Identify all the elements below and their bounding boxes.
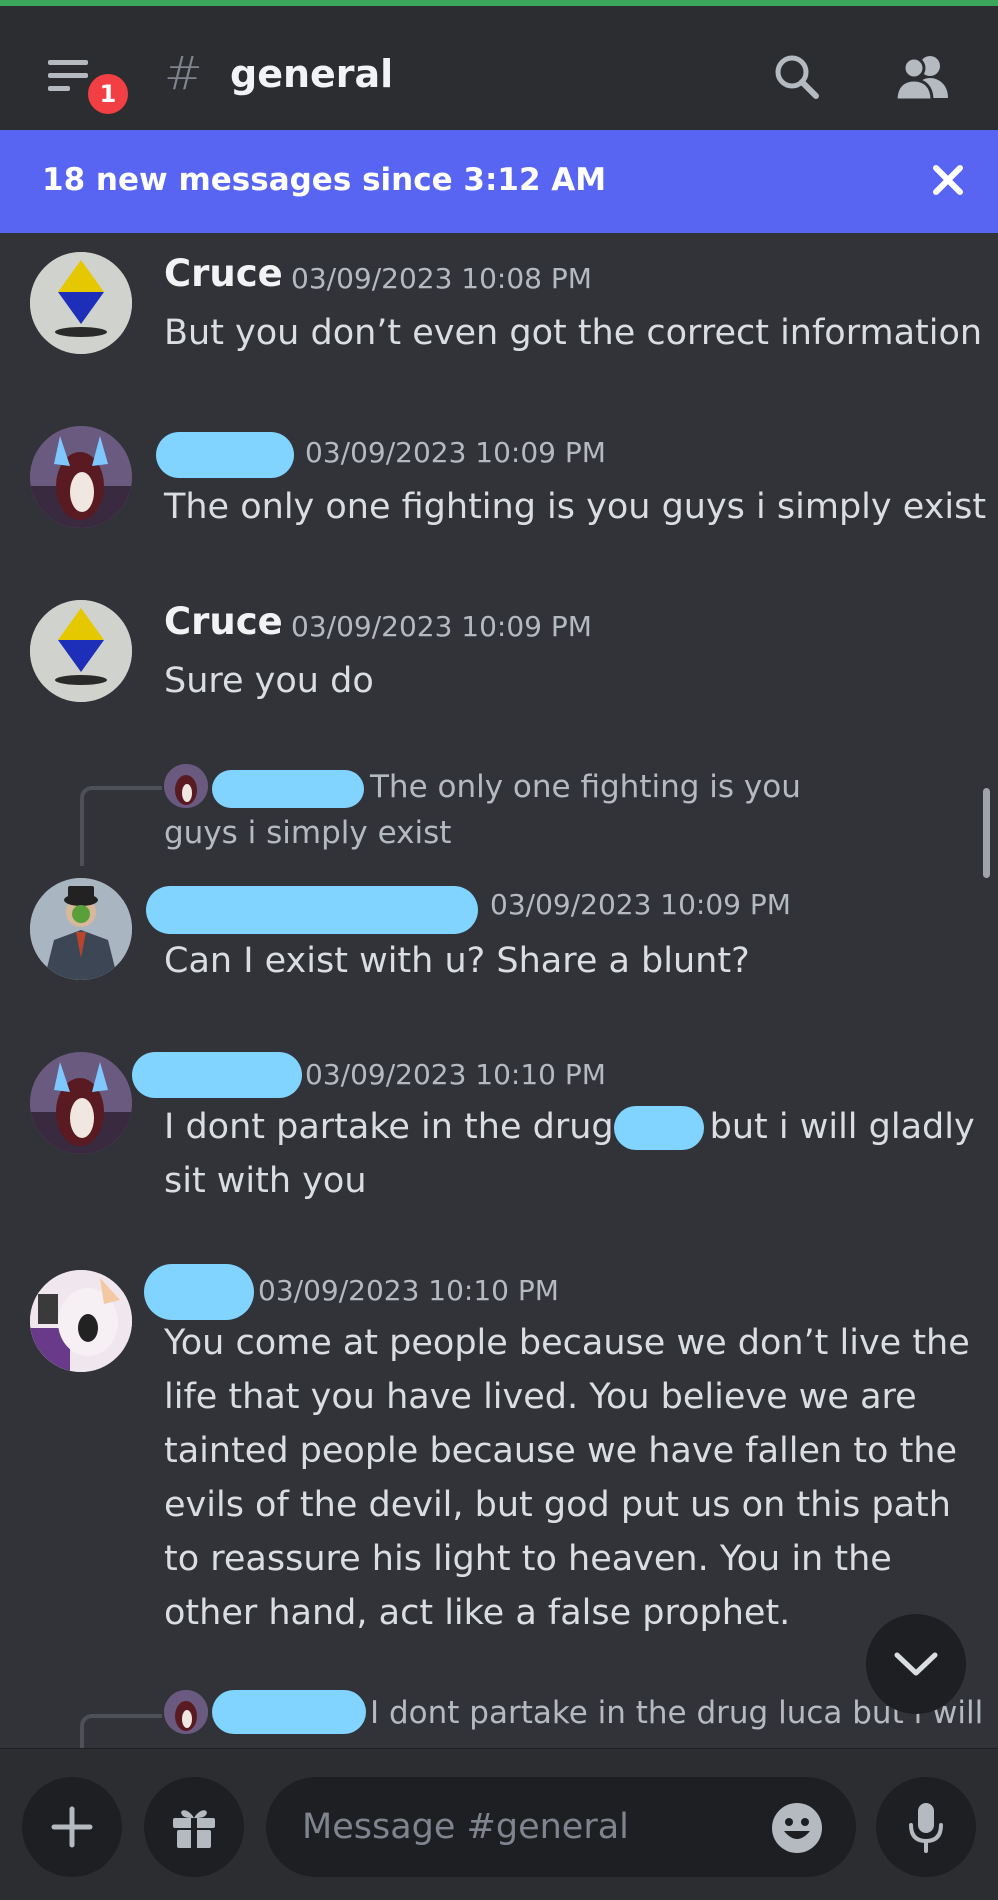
menu-button[interactable]: 1: [44, 56, 132, 118]
members-icon[interactable]: [892, 52, 952, 102]
avatar[interactable]: [30, 878, 132, 980]
new-messages-banner[interactable]: 18 new messages since 3:12 AM: [0, 130, 998, 233]
avatar[interactable]: [30, 1052, 132, 1154]
avatar[interactable]: [30, 600, 132, 702]
avatar[interactable]: [30, 1270, 132, 1372]
gift-icon: [173, 1810, 215, 1848]
message-text-part: but i will gladly: [709, 1107, 975, 1147]
chevron-down-icon: [894, 1652, 938, 1676]
avatar[interactable]: [30, 426, 132, 528]
message-timestamp: 03/09/2023 10:09 PM: [291, 610, 592, 643]
message-timestamp: 03/09/2023 10:10 PM: [258, 1274, 559, 1307]
avatar-image: [30, 252, 132, 354]
redacted-username: [146, 886, 478, 934]
avatar[interactable]: [30, 252, 132, 354]
message-text: I dont partake in the drug but i will gla…: [164, 1100, 975, 1208]
plus-icon: [51, 1806, 93, 1848]
redacted-reply-username: [212, 1690, 366, 1734]
redacted-username: [132, 1052, 302, 1098]
search-icon[interactable]: [772, 52, 822, 102]
message-text-part: sit with you: [164, 1161, 367, 1201]
redacted-username: [144, 1264, 254, 1320]
message-timestamp: 03/09/2023 10:09 PM: [305, 436, 606, 469]
microphone-icon: [909, 1803, 943, 1853]
redacted-username: [156, 432, 294, 478]
message-input[interactable]: [266, 1777, 856, 1877]
message-text: You come at people because we don’t live…: [164, 1323, 970, 1633]
scrollbar[interactable]: [983, 788, 990, 878]
message-text: But you don’t even got the correct infor…: [164, 313, 983, 353]
avatar-image: [30, 878, 132, 980]
message-author[interactable]: Cruce: [164, 252, 283, 295]
avatar-image: [30, 426, 132, 528]
gift-button[interactable]: [144, 1777, 244, 1877]
channel-hash-icon: #: [164, 46, 203, 100]
avatar-image: [30, 600, 132, 702]
channel-header: 1 # general: [0, 6, 998, 130]
emoji-icon[interactable]: [770, 1801, 824, 1855]
message-author[interactable]: Cruce: [164, 600, 283, 643]
channel-title[interactable]: general: [230, 52, 393, 96]
jump-to-present-button[interactable]: [866, 1614, 966, 1714]
new-messages-text: 18 new messages since 3:12 AM: [42, 162, 607, 198]
reply-preview-text[interactable]: The only one fighting is you guys i simp…: [164, 764, 884, 856]
avatar-image: [30, 1270, 132, 1372]
notification-badge: 1: [84, 70, 132, 118]
message-timestamp: 03/09/2023 10:09 PM: [490, 888, 791, 921]
message-timestamp: 03/09/2023 10:10 PM: [305, 1058, 606, 1091]
voice-message-button[interactable]: [876, 1777, 976, 1877]
message-composer: [0, 1748, 998, 1900]
message-text: Can I exist with u? Share a blunt?: [164, 941, 750, 981]
message-timestamp: 03/09/2023 10:08 PM: [291, 262, 592, 295]
reply-connector: [80, 786, 162, 866]
attach-button[interactable]: [22, 1777, 122, 1877]
message-text-part: I dont partake in the drug: [164, 1107, 614, 1147]
message-text: Sure you do: [164, 661, 374, 701]
redacted-word: [613, 1106, 704, 1150]
avatar-image: [30, 1052, 132, 1154]
message-text: The only one fighting is you guys i simp…: [164, 487, 987, 527]
close-icon[interactable]: [928, 160, 968, 200]
reply-avatar: [164, 1690, 208, 1734]
